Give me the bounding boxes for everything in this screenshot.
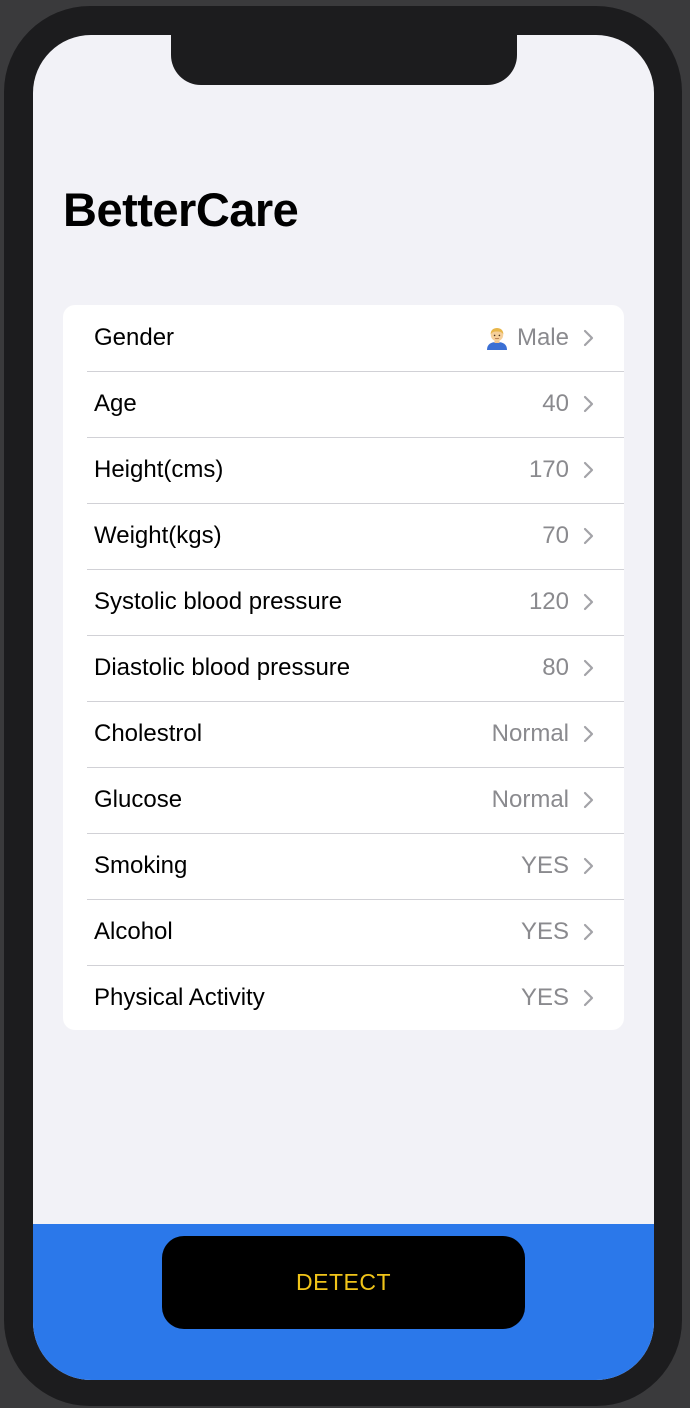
row-value: YES xyxy=(520,852,569,879)
row-value-group: YES xyxy=(521,918,594,946)
row-value-group: YES xyxy=(521,852,594,880)
row-gender[interactable]: Gender Male xyxy=(63,305,624,371)
row-value: 40 xyxy=(542,390,569,417)
row-label: Systolic blood pressure xyxy=(94,588,343,615)
chevron-right-icon xyxy=(583,791,594,809)
app-screen: BetterCare Gender Male Age 40 Height(cms… xyxy=(33,35,654,1380)
chevron-right-icon xyxy=(583,527,594,545)
row-value-group: Male xyxy=(485,324,594,352)
chevron-right-icon xyxy=(583,659,594,677)
row-value-group: Normal xyxy=(492,720,594,748)
detect-button[interactable]: DETECT xyxy=(162,1236,525,1329)
row-weight[interactable]: Weight(kgs) 70 xyxy=(63,503,624,569)
device-notch xyxy=(171,35,517,85)
row-label: Cholestrol xyxy=(94,720,203,747)
chevron-right-icon xyxy=(583,857,594,875)
row-value-group: 40 xyxy=(542,390,594,418)
row-alcohol[interactable]: Alcohol YES xyxy=(63,899,624,965)
row-value: Male xyxy=(516,324,569,351)
row-label: Physical Activity xyxy=(94,984,265,1011)
row-value: 70 xyxy=(542,522,569,549)
row-label: Alcohol xyxy=(94,918,173,945)
chevron-right-icon xyxy=(583,593,594,611)
man-emoji-icon xyxy=(486,328,507,350)
row-value-group: YES xyxy=(521,984,594,1012)
row-diastolic-blood-pressure[interactable]: Diastolic blood pressure 80 xyxy=(63,635,624,701)
chevron-right-icon xyxy=(583,923,594,941)
row-height[interactable]: Height(cms) 170 xyxy=(63,437,624,503)
row-value-group: Normal xyxy=(492,786,594,814)
chevron-right-icon xyxy=(583,461,594,479)
row-value: YES xyxy=(520,918,569,945)
row-physical-activity[interactable]: Physical Activity YES xyxy=(63,965,624,1030)
row-value-group: 80 xyxy=(542,654,594,682)
row-label: Gender xyxy=(94,324,175,351)
row-value: 170 xyxy=(528,456,569,483)
row-label: Age xyxy=(94,390,137,417)
row-label: Weight(kgs) xyxy=(94,522,222,549)
row-smoking[interactable]: Smoking YES xyxy=(63,833,624,899)
settings-form: Gender Male Age 40 Height(cms) 170 Weigh… xyxy=(63,305,624,1030)
row-label: Glucose xyxy=(94,786,183,813)
row-value: Normal xyxy=(491,720,569,747)
chevron-right-icon xyxy=(583,989,594,1007)
row-value-group: 120 xyxy=(529,588,594,616)
row-value: Normal xyxy=(491,786,569,813)
device-frame: BetterCare Gender Male Age 40 Height(cms… xyxy=(0,0,690,1408)
row-label: Height(cms) xyxy=(94,456,224,483)
row-systolic-blood-pressure[interactable]: Systolic blood pressure 120 xyxy=(63,569,624,635)
chevron-right-icon xyxy=(583,395,594,413)
row-age[interactable]: Age 40 xyxy=(63,371,624,437)
row-glucose[interactable]: Glucose Normal xyxy=(63,767,624,833)
bottom-bar: DETECT xyxy=(33,1224,654,1380)
row-value-group: 70 xyxy=(542,522,594,550)
row-value: 80 xyxy=(542,654,569,681)
row-value: YES xyxy=(520,984,569,1011)
chevron-right-icon xyxy=(583,725,594,743)
row-value-group: 170 xyxy=(529,456,594,484)
row-label: Diastolic blood pressure xyxy=(94,654,351,681)
chevron-right-icon xyxy=(583,329,594,347)
row-label: Smoking xyxy=(94,852,188,879)
page-title: BetterCare xyxy=(63,183,299,236)
row-value: 120 xyxy=(528,588,569,615)
row-cholesterol[interactable]: Cholestrol Normal xyxy=(63,701,624,767)
